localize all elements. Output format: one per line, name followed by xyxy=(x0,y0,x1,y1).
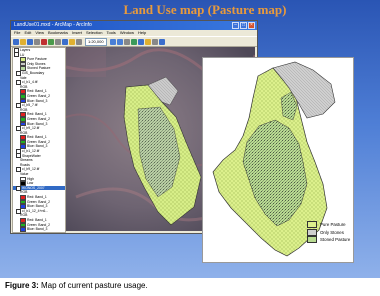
caption-label: Figure 3: xyxy=(5,281,39,290)
menu-item-window[interactable]: Window xyxy=(120,30,134,36)
legend-label: Stoned Pasture xyxy=(320,237,351,243)
pasture-map-panel: Pure Pasture Only Stones Stoned Pasture xyxy=(202,57,354,263)
find-icon[interactable] xyxy=(158,38,165,45)
presentation-slide: Land Use map (Pasture map) LandUse01.mxd… xyxy=(0,0,380,278)
legend-swatch xyxy=(307,228,317,236)
toc-item-label: Blue: Band_3 xyxy=(27,227,48,232)
zoom-in-icon[interactable] xyxy=(109,38,116,45)
legend-label: Pure Pasture xyxy=(320,222,346,228)
redo-icon[interactable] xyxy=(69,38,75,45)
print-icon[interactable] xyxy=(34,38,40,45)
map-legend: Pure Pasture Only Stones Stoned Pasture xyxy=(307,221,350,244)
legend-item: Stoned Pasture xyxy=(307,236,350,244)
menu-item-file[interactable]: File xyxy=(14,30,20,36)
delete-icon[interactable] xyxy=(76,38,82,45)
save-icon[interactable] xyxy=(27,38,33,45)
layer-checkbox[interactable] xyxy=(14,52,19,58)
caption-text: Map of current pasture usage. xyxy=(38,281,148,290)
maximize-button[interactable]: □ xyxy=(240,22,247,29)
toolbar: 1:20,000 xyxy=(11,36,257,47)
legend-item: Pure Pasture xyxy=(307,221,350,229)
paste-icon[interactable] xyxy=(55,38,61,45)
window-titlebar: LandUse01.mxd - ArcMap - ArcInfo – □ × xyxy=(11,21,257,30)
full-extent-icon[interactable] xyxy=(130,38,137,45)
window-title: LandUse01.mxd - ArcMap - ArcInfo xyxy=(14,22,92,28)
menu-item-view[interactable]: View xyxy=(35,30,44,36)
menu-item-bookmarks[interactable]: Bookmarks xyxy=(48,30,68,36)
copy-icon[interactable] xyxy=(48,38,54,45)
identify-icon[interactable] xyxy=(137,38,144,45)
legend-swatch xyxy=(307,236,317,244)
legend-swatch xyxy=(307,221,317,229)
select-icon[interactable] xyxy=(144,38,151,45)
undo-icon[interactable] xyxy=(62,38,68,45)
open-icon[interactable] xyxy=(20,38,26,45)
toc-item[interactable]: Blue: Band_3 xyxy=(13,227,65,232)
pan-icon[interactable] xyxy=(123,38,130,45)
symbol-swatch xyxy=(20,227,26,232)
legend-label: Only Stones xyxy=(320,229,344,235)
window-controls: – □ × xyxy=(232,22,255,29)
menu-item-insert[interactable]: Insert xyxy=(72,30,82,36)
legend-item: Only Stones xyxy=(307,228,350,237)
zoom-out-icon[interactable] xyxy=(116,38,123,45)
minimize-button[interactable]: – xyxy=(232,22,239,29)
menu-item-edit[interactable]: Edit xyxy=(24,30,31,36)
menu-item-selection[interactable]: Selection xyxy=(86,30,102,36)
menu-item-tools[interactable]: Tools xyxy=(106,30,115,36)
close-button[interactable]: × xyxy=(248,22,255,29)
menu-item-help[interactable]: Help xyxy=(138,30,146,36)
slide-title: Land Use map (Pasture map) xyxy=(123,2,287,17)
table-of-contents[interactable]: Layers LU Pure Pasture Only Stones Stoned Pa… xyxy=(12,47,66,233)
map-scale-input[interactable]: 1:20,000 xyxy=(85,37,107,46)
cut-icon[interactable] xyxy=(41,38,47,45)
figure-caption: Figure 3: Map of current pasture usage. xyxy=(5,281,148,290)
measure-icon[interactable] xyxy=(151,38,158,45)
new-icon[interactable] xyxy=(13,38,19,45)
